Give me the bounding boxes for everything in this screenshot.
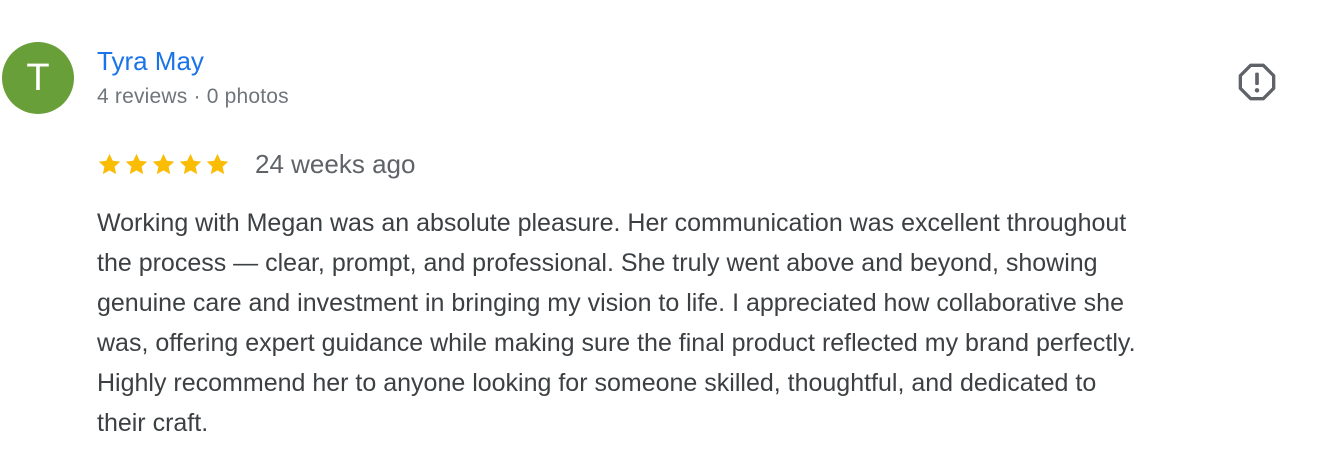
avatar[interactable]: T: [2, 42, 74, 114]
star-icon: [98, 153, 121, 174]
reviewer-info: Tyra May 4 reviews · 0 photos: [97, 44, 289, 111]
star-rating: [97, 152, 230, 177]
star-icon: [125, 153, 148, 174]
photo-count: 0 photos: [206, 85, 289, 108]
rating-row: 24 weeks ago: [97, 146, 415, 182]
report-review-button[interactable]: [1236, 61, 1278, 103]
avatar-initial: T: [26, 57, 50, 99]
reviewer-meta: 4 reviews · 0 photos: [97, 83, 289, 111]
reviewer-name-link[interactable]: Tyra May: [97, 44, 204, 78]
review-date: 24 weeks ago: [255, 149, 416, 179]
report-flag-icon: [1238, 63, 1276, 101]
review-count: 4 reviews: [97, 85, 188, 108]
meta-separator: ·: [193, 85, 201, 108]
review-card: T Tyra May 4 reviews · 0 photos 24 weeks a…: [0, 0, 1330, 470]
star-icon: [152, 153, 175, 174]
review-text: Working with Megan was an absolute pleas…: [97, 209, 1136, 437]
star-icon: [179, 153, 202, 174]
star-icon: [206, 153, 229, 174]
